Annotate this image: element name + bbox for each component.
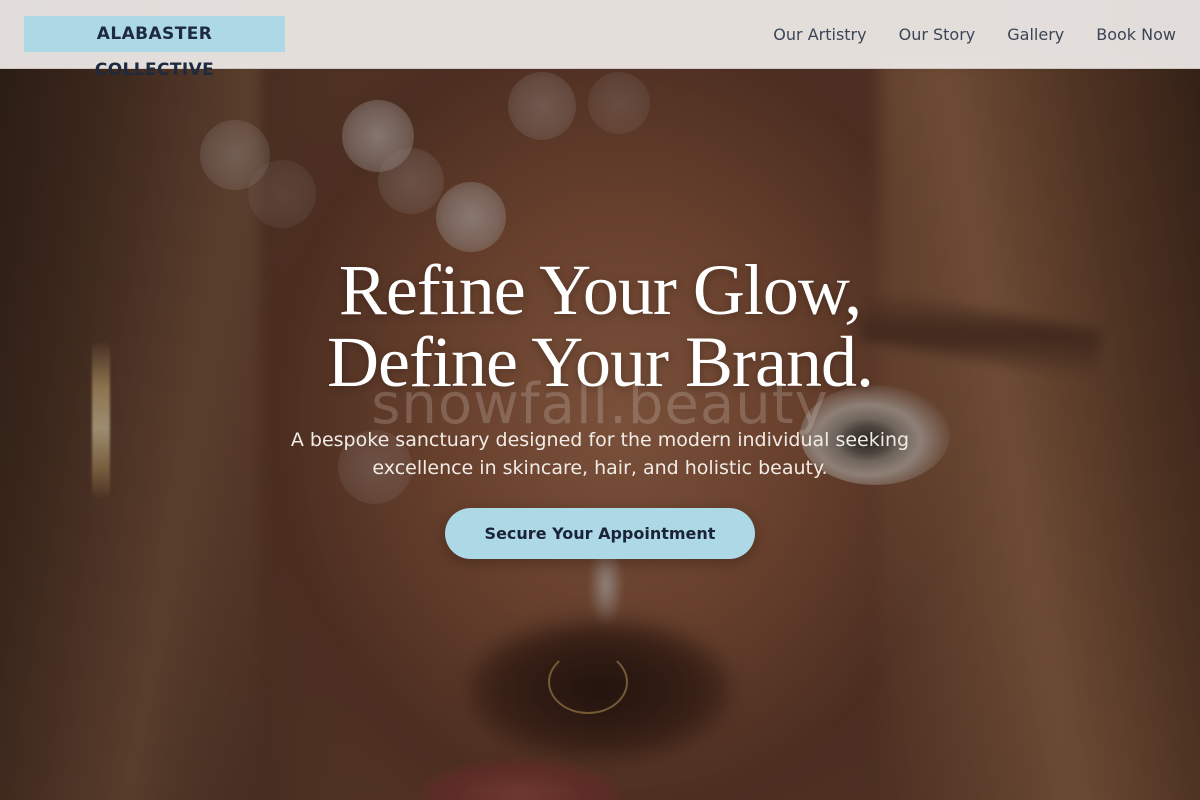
nav-link-gallery[interactable]: Gallery <box>1007 25 1064 44</box>
nav-link-book-now[interactable]: Book Now <box>1096 25 1176 44</box>
nav-link-our-artistry[interactable]: Our Artistry <box>773 25 866 44</box>
secure-appointment-button[interactable]: Secure Your Appointment <box>445 508 755 559</box>
hero-title: Refine Your Glow, Define Your Brand. <box>0 254 1200 398</box>
main-nav: Our Artistry Our Story Gallery Book Now <box>773 0 1176 68</box>
hero-title-line-1: Refine Your Glow, <box>338 250 862 330</box>
hero-subtitle: A bespoke sanctuary designed for the mod… <box>290 429 910 479</box>
landing-page: snowfall.beauty ALABASTER COLLECTIVE Our… <box>0 0 1200 800</box>
nav-link-our-story[interactable]: Our Story <box>899 25 976 44</box>
hero-content: Refine Your Glow, Define Your Brand. A b… <box>0 254 1200 559</box>
site-header: ALABASTER COLLECTIVE Our Artistry Our St… <box>0 0 1200 80</box>
hero-title-line-2: Define Your Brand. <box>327 322 874 402</box>
brand-logo[interactable]: ALABASTER COLLECTIVE <box>24 16 285 80</box>
